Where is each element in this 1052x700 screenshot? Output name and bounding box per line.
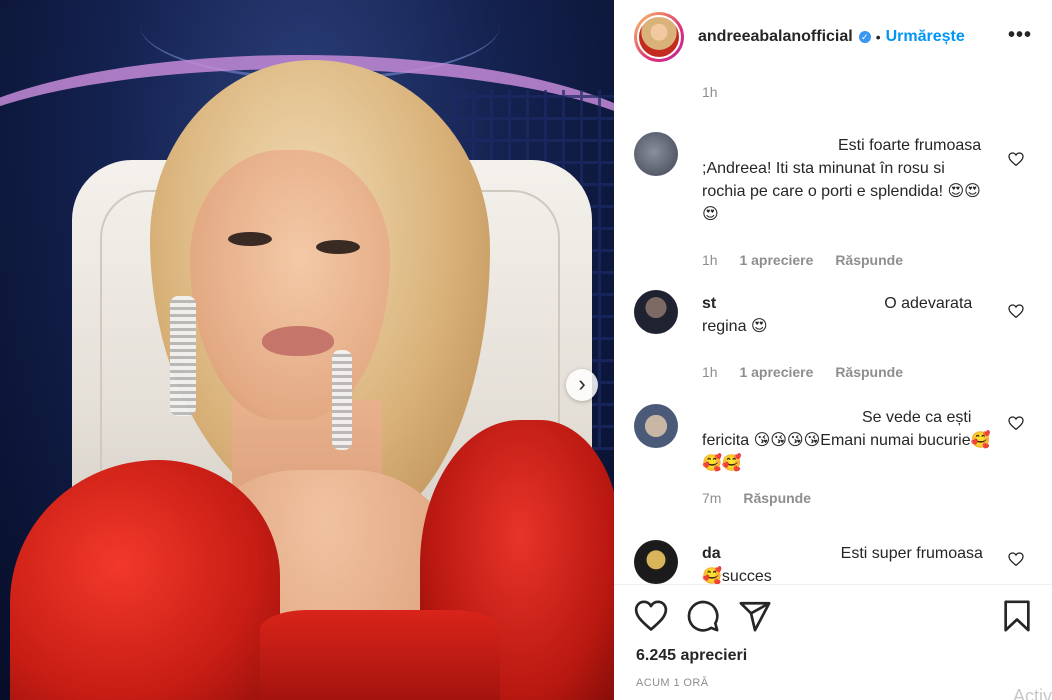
post-side-panel: andreeabalanofficial ✓ • Urmărește ••• 1… bbox=[614, 0, 1052, 700]
heart-icon[interactable] bbox=[1008, 552, 1024, 566]
earring bbox=[332, 350, 352, 450]
verified-icon: ✓ bbox=[858, 31, 871, 43]
red-dress bbox=[260, 610, 500, 700]
comment-likes[interactable]: 1 apreciere bbox=[739, 252, 813, 268]
post-image[interactable]: › bbox=[0, 0, 614, 700]
comments-list[interactable]: xxxxxxxxxxxxxxxxxEsti foarte frumoasa ;A… bbox=[614, 122, 1052, 584]
avatar[interactable] bbox=[634, 540, 678, 584]
heart-icon[interactable] bbox=[1008, 152, 1024, 166]
comment-username[interactable]: st bbox=[702, 295, 716, 312]
chevron-right-icon: › bbox=[578, 371, 586, 396]
comment-time: 1h bbox=[702, 364, 718, 380]
comment-time: 7m bbox=[702, 490, 722, 506]
comment-text: daxxxxxxxxxxxxxxxEsti super frumoasa 🥰su… bbox=[702, 545, 983, 584]
reply-button[interactable]: Răspunde bbox=[835, 252, 903, 268]
earring bbox=[170, 296, 196, 416]
avatar[interactable] bbox=[634, 12, 684, 62]
comment-meta: 7m Răspunde bbox=[702, 490, 829, 506]
comment-meta: 1h 1 apreciere Răspunde bbox=[702, 364, 921, 380]
post-actions: 6.245 aprecieri ACUM 1 ORĂ bbox=[614, 584, 1052, 700]
woman-face bbox=[190, 150, 390, 420]
separator-dot: • bbox=[875, 29, 881, 45]
reply-button[interactable]: Răspunde bbox=[835, 364, 903, 380]
comment-text: xxxxxxxxxxxxxxxxxxxxSe vede ca ești feri… bbox=[702, 409, 991, 472]
activate-watermark: Activ bbox=[1012, 686, 1052, 700]
post-header: andreeabalanofficial ✓ • Urmărește ••• bbox=[614, 0, 1052, 74]
next-slide-button[interactable]: › bbox=[566, 369, 598, 401]
comment-text: stxxxxxxxxxxxxxxxxxxxxxO adevarata regin… bbox=[702, 295, 973, 335]
comment-meta: 1h 1 apreciere Răspunde bbox=[702, 252, 921, 268]
comment-icon[interactable] bbox=[686, 599, 720, 633]
heart-icon[interactable] bbox=[1008, 304, 1024, 318]
caption-time: 1h bbox=[702, 84, 718, 100]
avatar[interactable] bbox=[634, 132, 678, 176]
more-icon[interactable]: ••• bbox=[1008, 25, 1032, 45]
heart-icon[interactable] bbox=[1008, 416, 1024, 430]
follow-button[interactable]: Urmărește bbox=[886, 28, 965, 46]
comment-likes[interactable]: 1 apreciere bbox=[739, 364, 813, 380]
comment-username[interactable]: da bbox=[702, 545, 721, 562]
post-timestamp: ACUM 1 ORĂ bbox=[636, 677, 709, 689]
reply-button[interactable]: Răspunde bbox=[743, 490, 811, 506]
username-link[interactable]: andreeabalanofficial bbox=[698, 28, 853, 46]
avatar[interactable] bbox=[634, 290, 678, 334]
comment-text: xxxxxxxxxxxxxxxxxEsti foarte frumoasa ;A… bbox=[702, 137, 982, 223]
likes-count[interactable]: 6.245 aprecieri bbox=[636, 647, 747, 665]
share-icon[interactable] bbox=[738, 599, 772, 633]
save-icon[interactable] bbox=[1000, 599, 1034, 633]
heart-icon[interactable] bbox=[634, 599, 668, 633]
comment-time: 1h bbox=[702, 252, 718, 268]
avatar[interactable] bbox=[634, 404, 678, 448]
